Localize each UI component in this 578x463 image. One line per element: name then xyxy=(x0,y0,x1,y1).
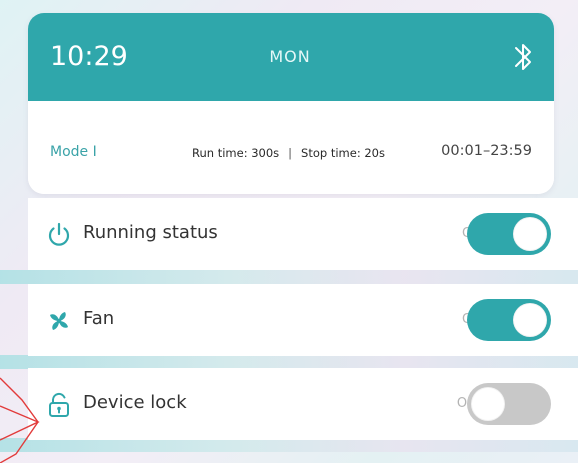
toggle-knob xyxy=(513,217,547,251)
divider-strip xyxy=(0,438,578,452)
control-row-device-lock: Device lock OFF xyxy=(28,368,578,440)
divider-strip xyxy=(0,270,578,284)
device-lock-toggle[interactable] xyxy=(467,383,551,425)
run-time: Run time: 300s xyxy=(192,146,280,160)
divider-strip xyxy=(0,355,578,369)
clock-time: 10:29 xyxy=(50,41,128,72)
card-header: 10:29 MON xyxy=(28,13,554,101)
control-row-fan: Fan ON xyxy=(28,284,578,356)
status-card: 10:29 MON Mode I Run time: 300s | Stop tim… xyxy=(28,13,554,194)
fan-icon xyxy=(50,312,68,330)
running-status-label: Running status xyxy=(83,222,218,243)
weekday: MON xyxy=(269,47,311,66)
toggle-knob xyxy=(471,387,505,421)
mode-label[interactable]: Mode I xyxy=(50,144,97,160)
bluetooth-icon[interactable] xyxy=(512,39,534,75)
fan-toggle[interactable] xyxy=(467,299,551,341)
running-status-toggle[interactable] xyxy=(467,213,551,255)
fan-label: Fan xyxy=(83,308,115,329)
run-stop-info: Run time: 300s | Stop time: 20s xyxy=(192,146,385,160)
annotation-arrow-icon xyxy=(0,377,40,463)
schedule-info: Mode I Run time: 300s | Stop time: 20s 00:… xyxy=(28,101,554,194)
stop-time: Stop time: 20s xyxy=(301,146,385,160)
device-lock-label: Device lock xyxy=(83,392,187,413)
control-row-running-status: Running status ON xyxy=(28,198,578,270)
toggle-knob xyxy=(513,303,547,337)
time-range: 00:01–23:59 xyxy=(441,143,532,159)
separator: | xyxy=(288,146,293,160)
power-icon xyxy=(48,222,70,246)
